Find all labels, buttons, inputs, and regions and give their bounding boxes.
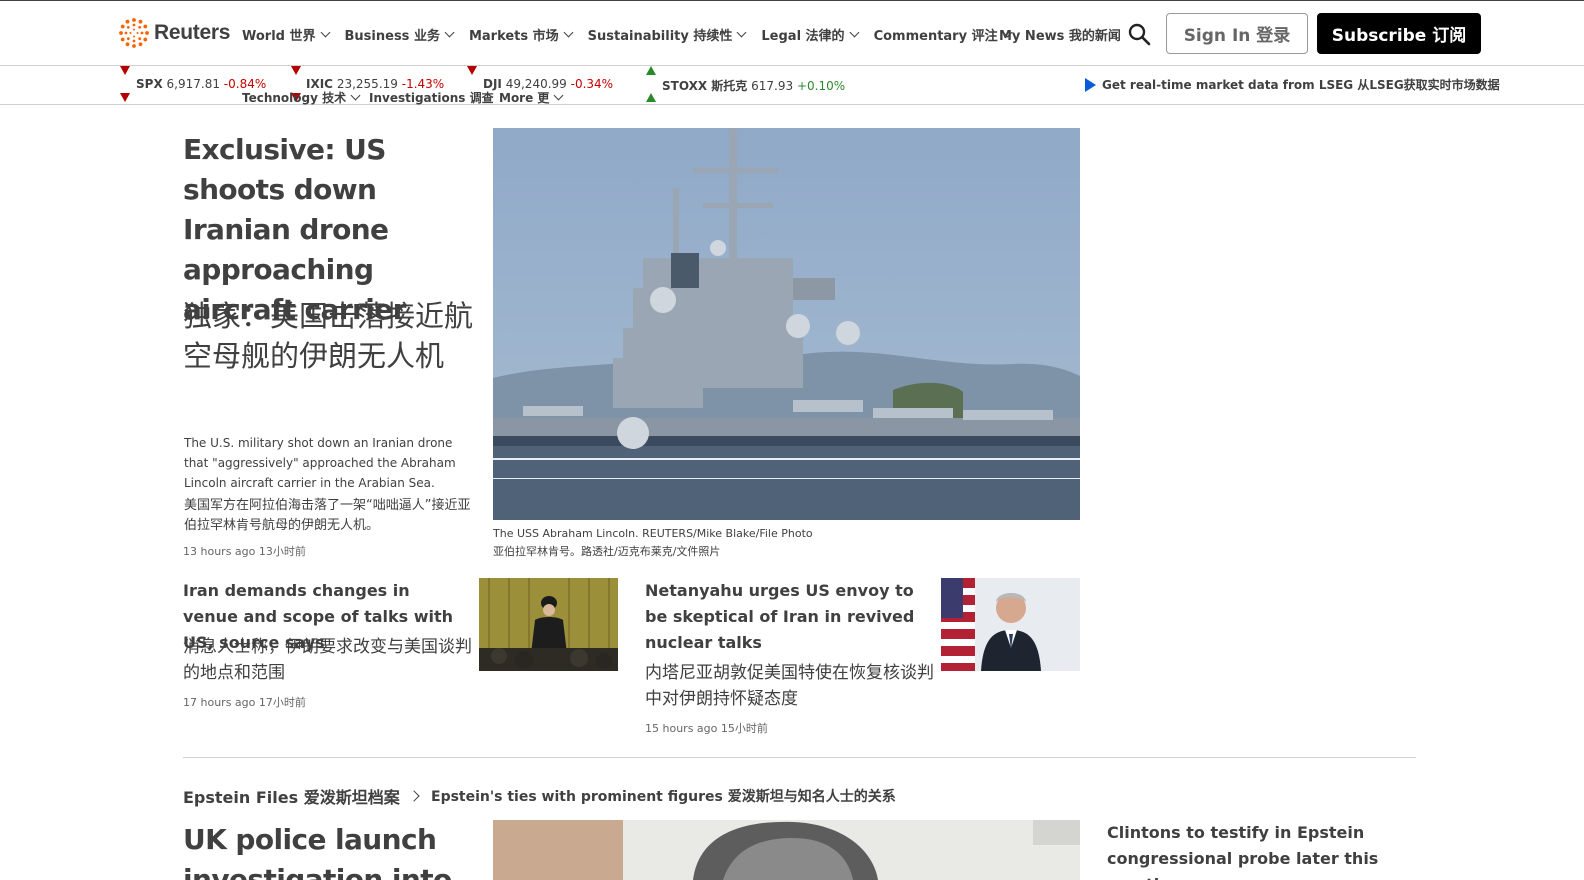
down-arrow-icon [467,66,477,75]
nav-label: Business 业务 [344,29,440,44]
chevron-down-icon [553,90,564,101]
section-side-headline[interactable]: Clintons to testify in Epstein congressi… [1107,820,1407,880]
chevron-down-icon [849,27,860,38]
section-divider [183,757,1416,758]
hero-image-caption: The USS Abraham Lincoln. REUTERS/Mike Bl… [493,525,813,561]
ticker-item-stoxx[interactable]: STOXX 斯托克 617.93 +0.10% [662,77,845,94]
up-arrow-icon [646,66,656,75]
story-timestamp: 17 hours ago 17小时前 [183,696,306,709]
lseg-link[interactable]: Get real-time market data from LSEG 从LSE… [1085,76,1500,93]
top-header: Reuters World 世界 Business 业务 Markets 市场 … [0,0,1584,66]
nav-item-commentary[interactable]: Commentary 评注 [873,25,1013,44]
nav-item-sustainability[interactable]: Sustainability 持续性 [587,25,747,44]
section-lead-headline[interactable]: UK police launch investigation into [183,820,483,880]
ticker-change: -0.34% [570,77,614,91]
my-news-link[interactable]: My News 我的新闻 [999,25,1121,44]
story-headline-zh[interactable]: 内塔尼亚胡敦促美国特使在恢复核谈判中对伊朗持怀疑态度 [645,660,935,712]
hero-headline-zh[interactable]: 独家：美国击落接近航空母舰的伊朗无人机 [183,296,483,376]
hero-image-aircraft-carrier[interactable] [493,128,1080,520]
story-headline-zh[interactable]: 消息人士称，伊朗要求改变与美国谈判的地点和范围 [183,634,473,686]
hero-description: The U.S. military shot down an Iranian d… [184,436,456,490]
chevron-down-icon [444,27,455,38]
nav-item-more[interactable]: More 更 [499,89,564,106]
hero-description-zh: 美国军方在阿拉伯海击落了一架“咄咄逼人”接近亚伯拉罕林肯号航母的伊朗无人机。 [184,498,471,533]
nav-item-investigations[interactable]: Investigations 调查 [369,89,494,106]
story-headline[interactable]: Netanyahu urges US envoy to be skeptical… [645,578,930,656]
ticker-symbol: SPX [136,77,163,91]
down-arrow-icon [120,93,130,102]
chevron-down-icon [320,27,330,38]
nav-label: Legal 法律的 [761,29,845,44]
section-title-text: Epstein Files 爱泼斯坦档案 [183,788,400,807]
nav-item-world[interactable]: World 世界 [242,25,330,44]
ticker-value: 6,917.81 [166,77,220,91]
chevron-right-icon [408,790,420,802]
down-arrow-icon [120,66,130,75]
nav-label: Investigations 调查 [369,91,494,105]
ticker-value: 617.93 [751,79,794,93]
reuters-logo-icon [119,18,149,48]
sign-in-button[interactable]: Sign In 登录 [1166,13,1308,54]
reuters-logo[interactable]: Reuters [118,17,230,49]
story-timestamp: 15 hours ago 15小时前 [645,722,768,735]
main-nav: World 世界 Business 业务 Markets 市场 Sustaina… [242,25,1013,44]
story-thumbnail[interactable] [941,578,1080,671]
nav-label: World 世界 [242,29,316,44]
section-title-epstein-files[interactable]: Epstein Files 爱泼斯坦档案 [183,784,420,808]
chevron-down-icon [563,27,574,38]
nav-label: Commentary 评注 [873,29,998,44]
nav-label: More 更 [499,91,550,105]
chevron-down-icon [350,90,361,101]
reuters-wordmark: Reuters [154,21,231,44]
up-arrow-icon [646,93,656,102]
nav-item-legal[interactable]: Legal 法律的 [761,25,860,44]
down-arrow-icon [291,66,301,75]
hero-timestamp: 13 hours ago 13小时前 [183,545,306,558]
section-subtopic-link[interactable]: Epstein's ties with prominent figures 爱泼… [431,786,896,806]
subscribe-button[interactable]: Subscribe 订阅 [1317,13,1481,54]
section-lead-image[interactable] [493,820,1080,880]
nav-label: Technology 技术 [242,91,347,105]
play-icon [1085,77,1096,92]
nav-label: Sustainability 持续性 [587,29,733,44]
caption-text-zh: 亚伯拉罕林肯号。路透社/迈克布莱克/文件照片 [493,545,721,558]
nav-item-business[interactable]: Business 业务 [344,25,455,44]
search-icon[interactable] [1127,22,1151,46]
nav-item-markets[interactable]: Markets 市场 [468,25,574,44]
ticker-change: +0.10% [796,79,846,93]
nav-label: Markets 市场 [468,29,559,44]
story-thumbnail[interactable] [479,578,618,671]
lseg-link-text: Get real-time market data from LSEG 从LSE… [1102,78,1500,92]
caption-text: The USS Abraham Lincoln. REUTERS/Mike Bl… [493,527,813,540]
chevron-down-icon [736,27,747,38]
nav-item-technology[interactable]: Technology 技术 [242,89,361,106]
ticker-symbol: STOXX 斯托克 [662,79,748,93]
